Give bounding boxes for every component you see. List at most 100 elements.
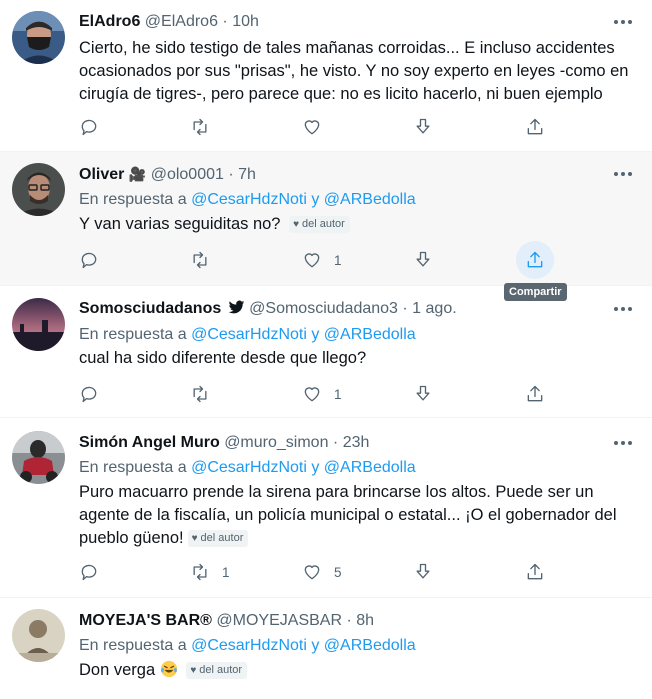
reply-button[interactable] [79, 249, 99, 271]
share-icon [527, 118, 543, 135]
like-button[interactable]: 1 [302, 249, 342, 271]
reply-button[interactable] [79, 116, 99, 138]
user-handle[interactable]: @ElAdro6 [145, 13, 218, 30]
like-button[interactable]: 5 [302, 561, 342, 583]
timestamp[interactable]: 10h [232, 13, 259, 30]
reply-button[interactable] [79, 383, 99, 405]
author-badge-label: del autor [199, 664, 243, 676]
more-icon[interactable] [614, 299, 634, 319]
timestamp[interactable]: 1 ago. [412, 300, 456, 317]
retweet-button[interactable] [190, 116, 210, 138]
separator: · [402, 300, 408, 317]
tweet-text: Don verga ♥ del autor [79, 659, 639, 682]
downvote-icon [416, 251, 430, 267]
tweet-actions: 1 5 [79, 561, 559, 583]
retweet-button[interactable] [190, 249, 210, 271]
tweet[interactable]: ElAdro6 @ElAdro6 · 10h Cierto, he sido t… [0, 0, 652, 152]
timestamp[interactable]: 8h [356, 612, 374, 629]
like-count: 1 [334, 386, 342, 402]
heart-icon: ♥ [191, 533, 198, 544]
retweet-icon [193, 118, 207, 136]
retweet-button[interactable] [190, 383, 210, 405]
tweet-text-line: Y van varias seguiditas no? [79, 215, 281, 233]
downvote-button[interactable] [413, 249, 433, 271]
reply-prefix: En respuesta a [79, 326, 187, 343]
retweet-icon [193, 385, 207, 403]
avatar[interactable] [12, 11, 65, 64]
user-handle[interactable]: @MOYEJASBAR [216, 612, 342, 629]
reply-icon [81, 564, 97, 581]
reply-mentions[interactable]: @CesarHdzNoti y @ARBedolla [191, 326, 416, 343]
reply-context: En respuesta a @CesarHdzNoti y @ARBedoll… [79, 458, 416, 478]
downvote-button[interactable] [413, 561, 433, 583]
share-icon [527, 385, 543, 402]
avatar[interactable] [12, 163, 65, 216]
liked-by-author-badge: ♥ del autor [289, 216, 350, 233]
display-name[interactable]: Oliver [79, 166, 124, 183]
tweet-header: Oliver 🎥 @olo0001 · 7h [79, 164, 602, 185]
share-icon [527, 563, 543, 580]
user-handle[interactable]: @muro_simon [224, 434, 328, 451]
user-handle[interactable]: @olo0001 [151, 166, 224, 183]
reply-prefix: En respuesta a [79, 191, 187, 208]
share-button[interactable] [525, 561, 545, 583]
laughing-tears-emoji [160, 660, 177, 678]
tweet-feed: ElAdro6 @ElAdro6 · 10h Cierto, he sido t… [0, 0, 652, 699]
tweet-text-line: cual ha sido diferente desde que llego? [79, 349, 367, 367]
reply-button[interactable] [79, 561, 99, 583]
tweet[interactable]: Oliver 🎥 @olo0001 · 7h En respuesta a @C… [0, 152, 652, 286]
tweet[interactable]: Somosciudadanos @Somosciudadano3 · 1 ago… [0, 286, 652, 418]
heart-icon [304, 253, 320, 268]
tweet-text: Cierto, he sido testigo de tales mañanas… [79, 37, 639, 106]
timestamp[interactable]: 23h [343, 434, 370, 451]
display-name[interactable]: MOYEJA'S BAR® [79, 612, 212, 629]
downvote-button[interactable] [413, 383, 433, 405]
display-name[interactable]: Somosciudadanos [79, 300, 221, 317]
tweet-text-line: Puro macuarro prende la sirena para brin… [79, 483, 594, 501]
separator: · [332, 434, 339, 451]
downvote-icon [416, 385, 430, 401]
tweet-actions: 1 [79, 241, 559, 279]
liked-by-author-badge: ♥ del autor [187, 530, 249, 547]
share-button[interactable] [525, 116, 545, 138]
retweet-icon [193, 251, 207, 269]
more-icon[interactable] [614, 433, 634, 453]
display-name[interactable]: Simón Angel Muro [79, 434, 220, 451]
share-button[interactable] [525, 249, 545, 271]
heart-icon: ♥ [190, 665, 197, 676]
heart-icon [304, 387, 320, 402]
more-icon[interactable] [614, 12, 634, 32]
tweet[interactable]: MOYEJA'S BAR® @MOYEJASBAR · 8h En respue… [0, 598, 652, 699]
like-button[interactable] [302, 116, 322, 138]
tweet-text-line: cirugía de tigres-, pero parece que: no … [79, 85, 603, 103]
reply-mentions[interactable]: @CesarHdzNoti y @ARBedolla [191, 459, 416, 476]
retweet-count: 1 [222, 564, 230, 580]
display-name[interactable]: ElAdro6 [79, 13, 140, 30]
tweet[interactable]: Simón Angel Muro @muro_simon · 23h En re… [0, 418, 652, 598]
reply-icon [81, 119, 97, 136]
more-icon[interactable] [614, 164, 634, 184]
reply-icon [81, 386, 97, 403]
avatar[interactable] [12, 298, 65, 351]
downvote-icon [416, 563, 430, 579]
like-count: 1 [334, 252, 342, 268]
tweet-header: MOYEJA'S BAR® @MOYEJASBAR · 8h [79, 611, 602, 631]
tweet-text-line: Cierto, he sido testigo de tales mañanas… [79, 39, 615, 57]
author-badge-label: del autor [200, 532, 244, 544]
tweet-text-line: Don verga [79, 661, 156, 679]
retweet-button[interactable]: 1 [190, 561, 230, 583]
avatar[interactable] [12, 431, 65, 484]
tweet-text: cual ha sido diferente desde que llego? [79, 347, 639, 370]
share-button[interactable] [525, 383, 545, 405]
timestamp[interactable]: 7h [238, 166, 256, 183]
avatar[interactable] [12, 609, 65, 662]
user-handle[interactable]: @Somosciudadano3 [249, 300, 398, 317]
reply-mentions[interactable]: @CesarHdzNoti y @ARBedolla [191, 637, 416, 654]
downvote-button[interactable] [413, 116, 433, 138]
like-button[interactable]: 1 [302, 383, 342, 405]
reply-prefix: En respuesta a [79, 459, 187, 476]
camera-emoji-icon: 🎥 [128, 166, 147, 182]
tweet-text-line: ocasionados por sus "prisas", he visto. … [79, 62, 629, 80]
reply-mentions[interactable]: @CesarHdzNoti y @ARBedolla [191, 191, 416, 208]
author-badge-label: del autor [302, 218, 345, 230]
